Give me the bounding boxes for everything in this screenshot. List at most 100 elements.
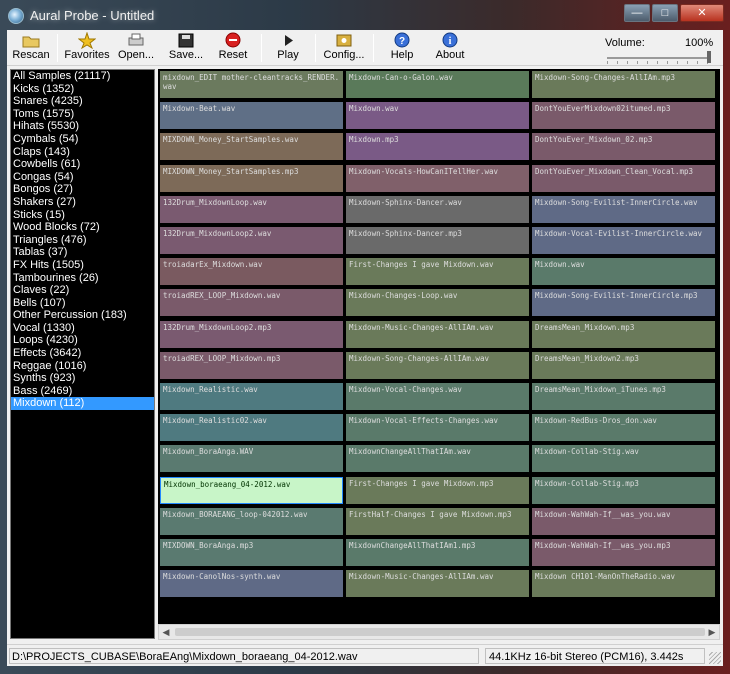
category-item[interactable]: Triangles (476) (11, 234, 154, 247)
about-button[interactable]: i About (433, 32, 467, 65)
category-item[interactable]: Snares (4235) (11, 95, 154, 108)
title-bar[interactable]: Aural Probe - Untitled — □ ✕ (0, 0, 730, 30)
sample-tile[interactable]: Mixdown-Vocal-Changes.wav (346, 383, 529, 410)
category-item[interactable]: Wood Blocks (72) (11, 221, 154, 234)
app-logo-icon[interactable] (8, 8, 24, 24)
sample-tile[interactable]: Mixdown_BoraAnga.WAV (160, 445, 343, 473)
sample-tile[interactable]: Mixdown-Vocal-Evilist-InnerCircle.wav (532, 227, 715, 254)
sample-tile[interactable]: Mixdown-Collab-Stig.wav (532, 445, 715, 473)
category-item[interactable]: Kicks (1352) (11, 83, 154, 96)
sample-tile[interactable]: Mixdown CH101-ManOnTheRadio.wav (532, 570, 715, 598)
sample-tile[interactable]: troiadarEx_Mixdown.wav (160, 258, 343, 286)
sample-tile[interactable]: mixdown_EDIT mother-cleantracks_RENDER.w… (160, 71, 343, 98)
category-item[interactable]: Cymbals (54) (11, 133, 154, 146)
sample-tile[interactable]: Mixdown-Music-Changes-AllIAm.wav (346, 320, 529, 348)
sample-tile[interactable]: Mixdown-RedBus-Dros_don.wav (532, 414, 715, 442)
sample-tile[interactable]: Mixdown-Can-o-Galon.wav (346, 71, 529, 98)
sample-tile[interactable]: Mixdown-Changes-Loop.wav (346, 289, 529, 317)
category-item[interactable]: Loops (4230) (11, 334, 154, 347)
sample-tile[interactable]: troiadREX_LOOP_Mixdown.wav (160, 289, 343, 317)
category-item[interactable]: Shakers (27) (11, 196, 154, 209)
resize-grip[interactable] (709, 652, 721, 664)
sample-tile[interactable]: DontYouEverMixdown02itumed.mp3 (532, 102, 715, 130)
horizontal-scrollbar[interactable]: ◀ ▶ (158, 624, 720, 640)
sample-tile[interactable]: MIXDOWN_Money_StartSamples.wav (160, 133, 343, 161)
category-item[interactable]: Tablas (37) (11, 246, 154, 259)
category-item[interactable]: Toms (1575) (11, 108, 154, 121)
category-item[interactable]: Claves (22) (11, 284, 154, 297)
scrollbar-thumb[interactable] (175, 628, 705, 636)
sample-tile[interactable]: Mixdown.wav (346, 102, 529, 130)
sample-tile[interactable]: troiadREX_LOOP_Mixdown.mp3 (160, 351, 343, 379)
sample-tile[interactable]: Mixdown-Song-Changes-AllIAm.mp3 (532, 71, 715, 98)
rescan-button[interactable]: Rescan (11, 32, 51, 65)
sample-tile[interactable]: Mixdown-Song-Changes-AllIAm.wav (346, 351, 529, 379)
sample-tile[interactable]: DreamsMean_Mixdown.mp3 (532, 320, 715, 348)
config-button[interactable]: Config... (323, 32, 365, 65)
volume-slider[interactable] (607, 57, 711, 59)
sample-tile[interactable]: Mixdown-Collab-Stig.mp3 (532, 476, 715, 504)
category-item[interactable]: Sticks (15) (11, 209, 154, 222)
favorites-button[interactable]: Favorites (63, 32, 111, 65)
sample-tile[interactable]: 132Drum_MixdownLoop.wav (160, 195, 343, 223)
category-item[interactable]: Bass (2469) (11, 385, 154, 398)
sample-tile[interactable]: Mixdown_Realistic.wav (160, 383, 343, 410)
category-item[interactable]: Reggae (1016) (11, 360, 154, 373)
sample-tile[interactable]: Mixdown-Sphinx-Dancer.wav (346, 195, 529, 223)
category-item[interactable]: Bongos (27) (11, 183, 154, 196)
sample-tile[interactable]: Mixdown_BORAEANG_loop-042012.wav (160, 507, 343, 535)
sample-tile[interactable]: Mixdown-Song-Evilist-InnerCircle.wav (532, 195, 715, 223)
category-item[interactable]: Hihats (5530) (11, 120, 154, 133)
category-item[interactable]: FX Hits (1505) (11, 259, 154, 272)
sample-tile[interactable]: Mixdown-Vocals-HowCanITellHer.wav (346, 164, 529, 192)
sample-tile[interactable]: DreamsMean_Mixdown_iTunes.mp3 (532, 383, 715, 410)
sample-tile[interactable]: Mixdown-Vocal-Effects-Changes.wav (346, 414, 529, 442)
sample-tile[interactable]: 132Drum_MixdownLoop2.mp3 (160, 320, 343, 348)
open-button[interactable]: Open... (115, 32, 157, 65)
sample-tile[interactable]: DontYouEver_Mixdown_Clean_Vocal.mp3 (532, 164, 715, 192)
help-button[interactable]: ? Help (387, 32, 417, 65)
close-button[interactable]: ✕ (680, 4, 724, 22)
category-list[interactable]: All Samples (21117) Kicks (1352) Snares (4… (10, 69, 155, 639)
sample-tile[interactable]: First-Changes I gave Mixdown.wav (346, 258, 529, 286)
category-item[interactable]: Synths (923) (11, 372, 154, 385)
category-item[interactable]: Vocal (1330) (11, 322, 154, 335)
volume-slider-thumb[interactable] (707, 51, 711, 63)
scroll-right-arrow[interactable]: ▶ (707, 627, 717, 638)
sample-tile[interactable]: MIXDOWN_BoraAnga.mp3 (160, 539, 343, 566)
sample-tile[interactable]: Mixdown_Realistic02.wav (160, 414, 343, 442)
category-item[interactable]: Other Percussion (183) (11, 309, 154, 322)
sample-tile[interactable]: DreamsMean_Mixdown2.mp3 (532, 351, 715, 379)
sample-tile[interactable]: Mixdown-Song-Evilist-InnerCircle.mp3 (532, 289, 715, 317)
sample-tile[interactable]: Mixdown.wav (532, 258, 715, 286)
category-item[interactable]: Mixdown (112) (11, 397, 154, 411)
category-item[interactable]: Effects (3642) (11, 347, 154, 360)
reset-button[interactable]: Reset (215, 32, 251, 65)
sample-tile[interactable]: FirstHalf-Changes I gave Mixdown.mp3 (346, 507, 529, 535)
sample-tile[interactable]: Mixdown-Sphinx-Dancer.mp3 (346, 227, 529, 254)
sample-grid[interactable]: mixdown_EDIT mother-cleantracks_RENDER.w… (158, 69, 720, 624)
sample-tile[interactable]: Mixdown-CanolNos-synth.wav (160, 570, 343, 598)
sample-tile[interactable]: Mixdown-Music-Changes-AllIAm.wav (346, 570, 529, 598)
sample-tile[interactable]: Mixdown_boraeang_04-2012.wav (160, 476, 343, 504)
sample-tile[interactable]: Mixdown.mp3 (346, 133, 529, 161)
scroll-left-arrow[interactable]: ◀ (161, 627, 171, 638)
save-button[interactable]: Save... (167, 32, 205, 65)
sample-tile[interactable]: Mixdown-WahWah-If__was_you.wav (532, 507, 715, 535)
play-button[interactable]: Play (273, 32, 303, 65)
sample-tile[interactable]: DontYouEver_Mixdown_02.mp3 (532, 133, 715, 161)
category-item[interactable]: Claps (143) (11, 146, 154, 159)
category-item[interactable]: Tambourines (26) (11, 272, 154, 285)
minimize-button[interactable]: — (624, 4, 650, 22)
sample-tile[interactable]: 132Drum_MixdownLoop2.wav (160, 227, 343, 254)
sample-tile[interactable]: MixdownChangeAllThatIAm1.mp3 (346, 539, 529, 566)
category-item[interactable]: Bells (107) (11, 297, 154, 310)
sample-tile[interactable]: Mixdown-WahWah-If__was_you.mp3 (532, 539, 715, 566)
maximize-button[interactable]: □ (652, 4, 678, 22)
sample-tile[interactable]: Mixdown-Beat.wav (160, 102, 343, 130)
category-item[interactable]: Cowbells (61) (11, 158, 154, 171)
sample-tile[interactable]: MIXDOWN_Money_StartSamples.mp3 (160, 164, 343, 192)
category-item[interactable]: Congas (54) (11, 171, 154, 184)
category-item[interactable]: All Samples (21117) (11, 70, 154, 83)
sample-tile[interactable]: First-Changes I gave Mixdown.mp3 (346, 476, 529, 504)
